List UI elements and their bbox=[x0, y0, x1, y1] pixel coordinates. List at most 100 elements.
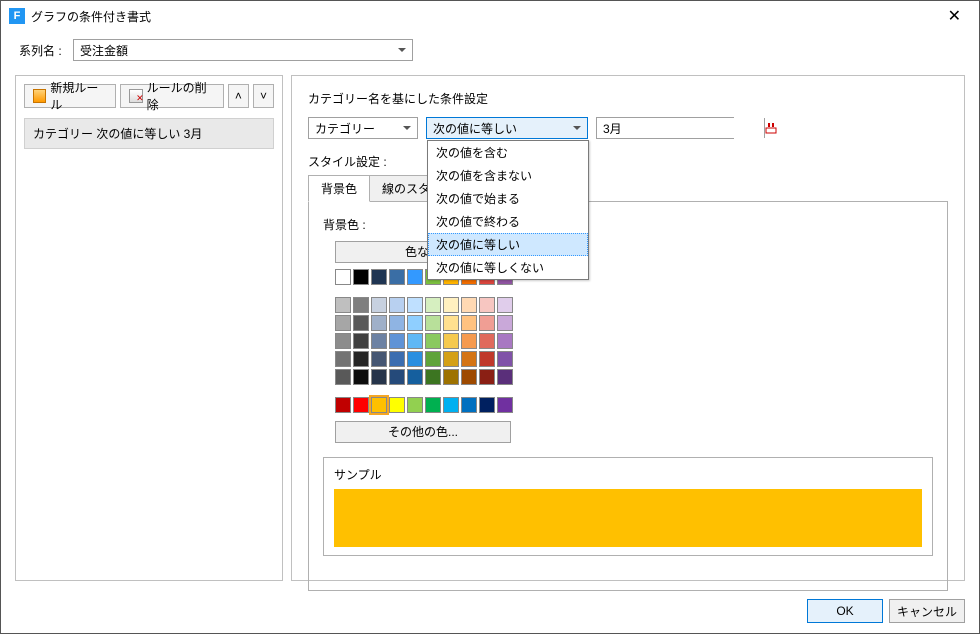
chevron-down-icon: ˅ bbox=[260, 89, 267, 103]
color-swatch[interactable] bbox=[389, 333, 405, 349]
color-swatch[interactable] bbox=[461, 315, 477, 331]
color-swatch[interactable] bbox=[443, 351, 459, 367]
color-swatch[interactable] bbox=[407, 269, 423, 285]
delete-rule-button[interactable]: ルールの削除 bbox=[120, 84, 224, 108]
color-swatch[interactable] bbox=[497, 297, 513, 313]
color-swatch[interactable] bbox=[389, 369, 405, 385]
color-swatch[interactable] bbox=[425, 297, 441, 313]
color-swatch[interactable] bbox=[425, 351, 441, 367]
color-swatch[interactable] bbox=[353, 297, 369, 313]
category-select[interactable]: カテゴリー bbox=[308, 117, 418, 139]
color-swatch[interactable] bbox=[353, 397, 369, 413]
condition-heading: カテゴリー名を基にした条件設定 bbox=[308, 90, 948, 107]
color-swatch[interactable] bbox=[497, 397, 513, 413]
operator-option[interactable]: 次の値に等しい bbox=[428, 233, 588, 256]
color-swatch[interactable] bbox=[371, 333, 387, 349]
ok-button[interactable]: OK bbox=[807, 599, 883, 623]
color-swatch[interactable] bbox=[443, 297, 459, 313]
color-swatch[interactable] bbox=[479, 351, 495, 367]
sample-label: サンプル bbox=[334, 466, 922, 483]
operator-option[interactable]: 次の値を含まない bbox=[428, 164, 588, 187]
color-swatch[interactable] bbox=[425, 397, 441, 413]
color-swatch[interactable] bbox=[461, 351, 477, 367]
color-swatch[interactable] bbox=[443, 369, 459, 385]
color-swatch[interactable] bbox=[407, 369, 423, 385]
close-icon[interactable]: ✕ bbox=[938, 2, 971, 30]
chevron-up-icon: ˄ bbox=[235, 89, 242, 103]
operator-option[interactable]: 次の値に等しくない bbox=[428, 256, 588, 279]
color-swatch[interactable] bbox=[425, 315, 441, 331]
color-swatch[interactable] bbox=[389, 269, 405, 285]
color-swatch[interactable] bbox=[497, 315, 513, 331]
series-select[interactable]: 受注金額 bbox=[73, 39, 413, 61]
operator-option[interactable]: 次の値で終わる bbox=[428, 210, 588, 233]
color-swatch[interactable] bbox=[461, 297, 477, 313]
move-down-button[interactable]: ˅ bbox=[253, 84, 274, 108]
color-swatch[interactable] bbox=[497, 333, 513, 349]
color-swatch[interactable] bbox=[461, 369, 477, 385]
value-input[interactable] bbox=[597, 118, 764, 138]
color-swatch[interactable] bbox=[479, 397, 495, 413]
color-swatch[interactable] bbox=[389, 351, 405, 367]
new-rule-button[interactable]: 新規ルール bbox=[24, 84, 116, 108]
color-swatch[interactable] bbox=[389, 297, 405, 313]
color-swatch[interactable] bbox=[335, 369, 351, 385]
color-swatch[interactable] bbox=[443, 315, 459, 331]
operator-option[interactable]: 次の値で始まる bbox=[428, 187, 588, 210]
color-swatch[interactable] bbox=[335, 351, 351, 367]
color-swatch[interactable] bbox=[353, 333, 369, 349]
value-picker-icon[interactable] bbox=[764, 118, 777, 138]
color-swatch[interactable] bbox=[335, 297, 351, 313]
color-swatch[interactable] bbox=[371, 369, 387, 385]
color-swatch[interactable] bbox=[479, 333, 495, 349]
color-swatch[interactable] bbox=[353, 351, 369, 367]
operator-select[interactable]: 次の値に等しい bbox=[426, 117, 588, 139]
color-swatch[interactable] bbox=[407, 351, 423, 367]
color-swatch[interactable] bbox=[443, 333, 459, 349]
color-swatch[interactable] bbox=[389, 315, 405, 331]
color-swatch[interactable] bbox=[407, 333, 423, 349]
dialog-title: グラフの条件付き書式 bbox=[31, 8, 151, 25]
color-swatch[interactable] bbox=[371, 297, 387, 313]
palette-shade-grid bbox=[335, 297, 933, 385]
color-swatch[interactable] bbox=[353, 369, 369, 385]
color-swatch[interactable] bbox=[479, 297, 495, 313]
color-swatch[interactable] bbox=[371, 315, 387, 331]
color-swatch[interactable] bbox=[371, 351, 387, 367]
series-label: 系列名 : bbox=[19, 42, 73, 59]
move-up-button[interactable]: ˄ bbox=[228, 84, 249, 108]
rules-panel: 新規ルール ルールの削除 ˄ ˅ カテゴリー 次の値に等しい 3月 bbox=[15, 75, 283, 581]
color-swatch[interactable] bbox=[353, 269, 369, 285]
more-colors-button[interactable]: その他の色... bbox=[335, 421, 511, 443]
color-swatch[interactable] bbox=[479, 369, 495, 385]
color-swatch[interactable] bbox=[497, 369, 513, 385]
color-swatch[interactable] bbox=[407, 397, 423, 413]
color-swatch[interactable] bbox=[407, 297, 423, 313]
color-swatch[interactable] bbox=[335, 269, 351, 285]
color-swatch[interactable] bbox=[335, 315, 351, 331]
color-swatch[interactable] bbox=[443, 397, 459, 413]
color-swatch[interactable] bbox=[425, 333, 441, 349]
color-swatch[interactable] bbox=[461, 397, 477, 413]
cancel-button[interactable]: キャンセル bbox=[889, 599, 965, 623]
color-swatch[interactable] bbox=[371, 397, 387, 413]
bgcolor-label: 背景色 : bbox=[323, 216, 933, 233]
color-swatch[interactable] bbox=[497, 351, 513, 367]
delete-icon bbox=[129, 89, 142, 103]
app-icon: F bbox=[9, 8, 25, 24]
titlebar: F グラフの条件付き書式 ✕ bbox=[1, 1, 979, 31]
operator-option[interactable]: 次の値を含む bbox=[428, 141, 588, 164]
new-icon bbox=[33, 89, 46, 103]
color-swatch[interactable] bbox=[479, 315, 495, 331]
tab-bgcolor[interactable]: 背景色 bbox=[308, 175, 370, 202]
color-swatch[interactable] bbox=[335, 397, 351, 413]
color-swatch[interactable] bbox=[353, 315, 369, 331]
settings-panel: カテゴリー名を基にした条件設定 カテゴリー 次の値に等しい スタイル設定 : 背… bbox=[291, 75, 965, 581]
color-swatch[interactable] bbox=[371, 269, 387, 285]
color-swatch[interactable] bbox=[425, 369, 441, 385]
color-swatch[interactable] bbox=[461, 333, 477, 349]
rule-item[interactable]: カテゴリー 次の値に等しい 3月 bbox=[24, 118, 274, 149]
color-swatch[interactable] bbox=[389, 397, 405, 413]
color-swatch[interactable] bbox=[407, 315, 423, 331]
color-swatch[interactable] bbox=[335, 333, 351, 349]
